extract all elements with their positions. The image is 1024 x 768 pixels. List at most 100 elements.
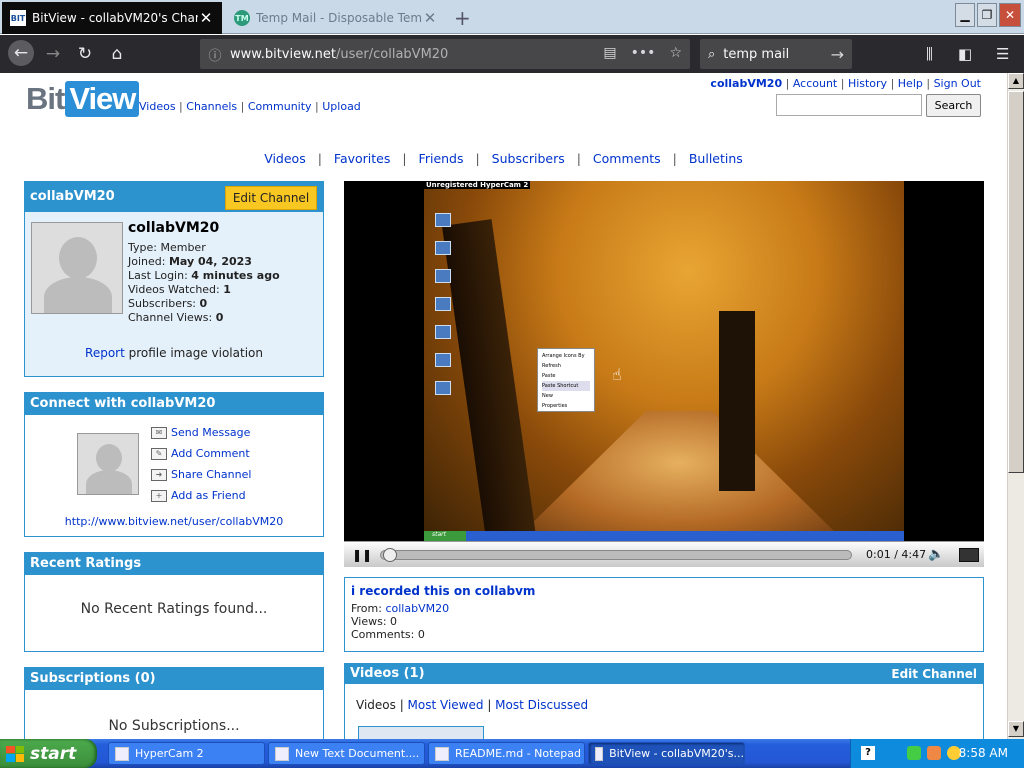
- seek-bar[interactable]: [380, 548, 852, 562]
- logo-text-view: View: [65, 81, 140, 117]
- profile-type: Type: Member: [128, 241, 206, 254]
- videos-tab-most-discussed[interactable]: Most Discussed: [495, 698, 588, 712]
- volume-icon[interactable]: 🔈: [928, 547, 944, 562]
- channel-tab-comments[interactable]: Comments: [585, 151, 669, 166]
- channel-tab-friends[interactable]: Friends: [411, 151, 472, 166]
- nav-channels[interactable]: Channels: [186, 100, 237, 113]
- account-link[interactable]: Account: [793, 77, 837, 90]
- tab-bitview[interactable]: BIT BitView - collabVM20's Channel ✕: [2, 2, 222, 34]
- bitview-favicon-icon: BIT: [10, 10, 26, 26]
- hypercam-icon: [115, 746, 129, 761]
- restore-icon[interactable]: ❐: [977, 3, 997, 27]
- report-link[interactable]: Report: [85, 346, 125, 360]
- send-message-link[interactable]: ✉ Send Message: [151, 426, 250, 439]
- nav-community[interactable]: Community: [248, 100, 312, 113]
- home-icon[interactable]: ⌂: [106, 43, 128, 65]
- close-tab-icon[interactable]: ✕: [422, 9, 438, 27]
- edit-channel-button[interactable]: Edit Channel: [225, 186, 317, 210]
- fullscreen-icon[interactable]: [959, 548, 979, 562]
- notepad-icon: [275, 746, 289, 761]
- page-info-icon[interactable]: ⓘ: [200, 45, 230, 64]
- channel-tab-bulletins[interactable]: Bulletins: [681, 151, 751, 166]
- video-views: Views: 0: [351, 615, 398, 628]
- channel-tab-subscribers[interactable]: Subscribers: [484, 151, 573, 166]
- tab-temp-mail[interactable]: TM Temp Mail - Disposable Temporary ✕: [226, 2, 446, 34]
- sign-out-link[interactable]: Sign Out: [934, 77, 981, 90]
- forward-icon[interactable]: →: [42, 43, 64, 65]
- network-icon[interactable]: [907, 746, 921, 760]
- connect-box: Connect with collabVM20 ✉ Send Message ✎ A…: [24, 392, 324, 537]
- site-search-input[interactable]: [776, 94, 922, 116]
- bitview-logo[interactable]: Bit View: [26, 81, 140, 117]
- time-display: 0:01 / 4:47: [866, 548, 927, 561]
- bookmark-star-icon[interactable]: ☆: [669, 45, 682, 61]
- channel-tab-favorites[interactable]: Favorites: [326, 151, 398, 166]
- taskbar-item-readme[interactable]: README.md - Notepad: [428, 742, 585, 765]
- add-friend-icon: +: [151, 489, 167, 502]
- video-scene-tree: [719, 311, 755, 491]
- user-link[interactable]: collabVM20: [710, 77, 782, 90]
- scroll-thumb[interactable]: [1008, 91, 1024, 473]
- help-icon[interactable]: ?: [861, 746, 875, 760]
- video-frame[interactable]: Unregistered HyperCam 2 Arrange Icons By…: [424, 181, 904, 541]
- add-comment-link[interactable]: ✎ Add Comment: [151, 447, 250, 460]
- search-bar[interactable]: ⌕ temp mail →: [700, 39, 852, 69]
- channel-url-link[interactable]: http://www.bitview.net/user/collabVM20: [25, 515, 323, 528]
- page-actions-icon[interactable]: •••: [631, 45, 656, 61]
- taskbar-item-text-document[interactable]: New Text Document....: [268, 742, 425, 765]
- taskbar-item-hypercam[interactable]: HyperCam 2: [108, 742, 265, 765]
- help-link[interactable]: Help: [898, 77, 923, 90]
- library-icon[interactable]: ⫼: [926, 45, 933, 63]
- reload-icon[interactable]: ↻: [74, 43, 96, 65]
- page-scrollbar[interactable]: ▲ ▼: [1007, 73, 1024, 739]
- nav-videos[interactable]: Videos: [139, 100, 176, 113]
- share-icon: ➜: [151, 468, 167, 481]
- profile-box: collabVM20 Edit Channel collabVM20 Type:…: [24, 181, 324, 377]
- nav-upload[interactable]: Upload: [322, 100, 361, 113]
- sidebar-icon[interactable]: ◧: [958, 45, 972, 63]
- url-bar[interactable]: ⓘ www.bitview.net/user/collabVM20 ▤ ••• …: [200, 39, 690, 69]
- recent-ratings-header: Recent Ratings: [25, 553, 323, 575]
- cursor-icon: ☝: [612, 365, 622, 384]
- pause-button[interactable]: ❚❚: [352, 548, 372, 562]
- video-author-link[interactable]: collabVM20: [385, 602, 449, 615]
- videos-edit-channel-link[interactable]: Edit Channel: [891, 664, 977, 684]
- share-channel-link[interactable]: ➜ Share Channel: [151, 468, 251, 481]
- reader-view-icon[interactable]: ▤: [603, 45, 616, 61]
- seek-knob[interactable]: [383, 548, 397, 562]
- subscriptions-header: Subscriptions (0): [25, 668, 323, 690]
- videos-tab-most-viewed[interactable]: Most Viewed: [408, 698, 484, 712]
- taskbar-item-firefox[interactable]: BitView - collabVM20's...: [588, 742, 745, 765]
- site-search-button[interactable]: Search: [926, 94, 981, 117]
- url-path: /user/collabVM20: [336, 46, 449, 62]
- profile-details: collabVM20 Type: Member Joined: May 04, …: [128, 220, 280, 325]
- start-label: start: [30, 743, 77, 764]
- history-link[interactable]: History: [848, 77, 887, 90]
- minimize-icon[interactable]: ▁: [955, 3, 975, 27]
- clock: 8:58 AM: [958, 746, 1008, 760]
- profile-name: collabVM20: [128, 220, 220, 236]
- back-icon[interactable]: ←: [8, 40, 34, 66]
- video-title-link[interactable]: i recorded this on collabvm: [351, 584, 535, 598]
- subscriptions-empty: No Subscriptions...: [108, 718, 240, 734]
- video-info-box: i recorded this on collabvm From: collab…: [344, 577, 984, 652]
- scroll-down-icon[interactable]: ▼: [1008, 721, 1024, 737]
- menu-icon[interactable]: ☰: [996, 45, 1009, 63]
- tray-app-icon[interactable]: [927, 746, 941, 760]
- channel-tab-videos[interactable]: Videos: [256, 151, 314, 166]
- videos-box: Videos (1) Edit Channel Videos | Most Vi…: [344, 663, 984, 739]
- video-comments: Comments: 0: [351, 628, 425, 641]
- close-tab-icon[interactable]: ✕: [198, 9, 214, 27]
- tab-title: Temp Mail - Disposable Temporary: [256, 11, 422, 25]
- add-friend-link[interactable]: + Add as Friend: [151, 489, 246, 502]
- profile-videos-watched: Videos Watched: 1: [128, 283, 231, 296]
- video-player[interactable]: Unregistered HyperCam 2 Arrange Icons By…: [344, 181, 984, 567]
- profile-header-title: collabVM20: [30, 189, 115, 204]
- scroll-up-icon[interactable]: ▲: [1008, 73, 1024, 89]
- new-tab-icon[interactable]: +: [454, 6, 471, 30]
- window-close-icon[interactable]: ✕: [999, 3, 1021, 27]
- video-thumbnail[interactable]: [358, 726, 484, 739]
- hypercam-watermark: Unregistered HyperCam 2: [424, 181, 531, 189]
- start-button[interactable]: start: [0, 739, 97, 768]
- search-go-icon[interactable]: →: [831, 45, 844, 64]
